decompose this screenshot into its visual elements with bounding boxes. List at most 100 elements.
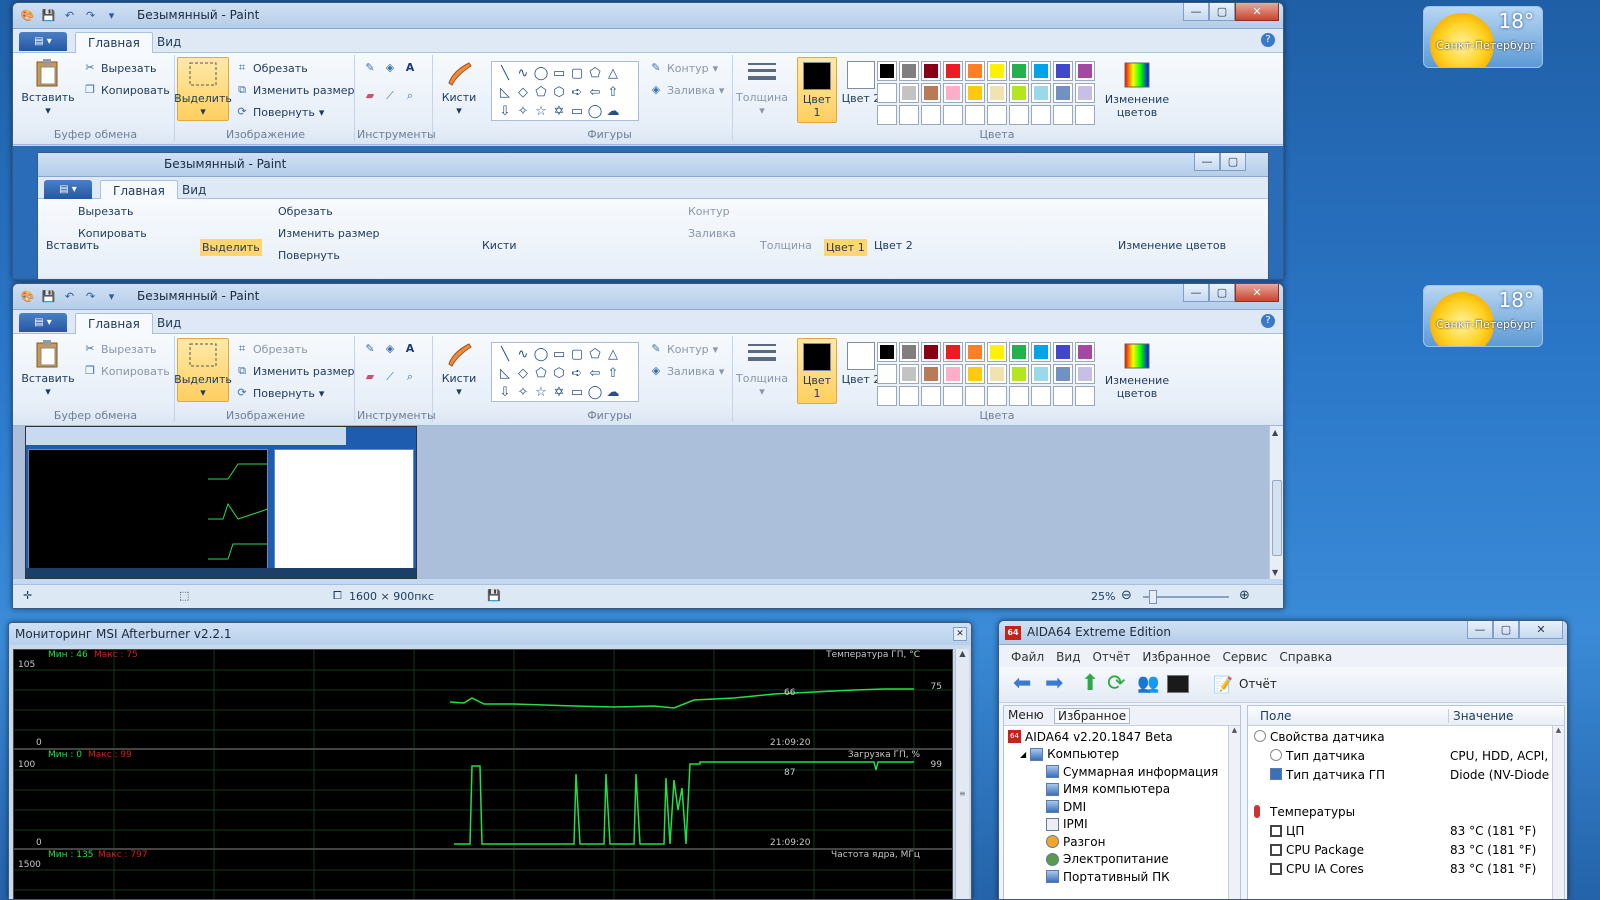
- swatch[interactable]: [1031, 386, 1051, 406]
- fill-icon[interactable]: ◈: [383, 61, 397, 75]
- swatch[interactable]: [943, 83, 963, 103]
- swatch[interactable]: [899, 61, 919, 81]
- text-icon[interactable]: A: [403, 61, 417, 75]
- color2-button[interactable]: Цвет 2: [841, 338, 881, 404]
- tree-item[interactable]: Суммарная информация: [1008, 763, 1218, 781]
- up-icon[interactable]: ⬆: [1081, 671, 1099, 696]
- table-row[interactable]: Тип датчика CPU, HDD, ACPI,: [1248, 747, 1552, 766]
- file-menu-button[interactable]: ▤ ▾: [19, 313, 67, 332]
- maximize-button[interactable]: ▢: [1493, 621, 1519, 639]
- close-button[interactable]: ✕: [953, 627, 967, 641]
- tree-item[interactable]: IPMI: [1008, 816, 1218, 834]
- table-row[interactable]: Температуры: [1248, 803, 1552, 822]
- magnifier-icon[interactable]: ⌕: [403, 89, 417, 103]
- menu-file[interactable]: Файл: [1011, 650, 1044, 664]
- help-icon[interactable]: ?: [1261, 314, 1275, 328]
- maximize-button[interactable]: ▢: [1209, 284, 1235, 302]
- forward-icon[interactable]: ➡: [1045, 671, 1063, 696]
- eraser-icon[interactable]: ▰: [363, 89, 377, 103]
- swatch[interactable]: [943, 386, 963, 406]
- magnifier-icon[interactable]: ⌕: [403, 370, 417, 384]
- menu-service[interactable]: Сервис: [1223, 650, 1268, 664]
- swatch[interactable]: [877, 364, 897, 384]
- fill-shape-button[interactable]: ◈ Заливка ▾: [649, 364, 725, 378]
- swatch[interactable]: [921, 61, 941, 81]
- redo-icon[interactable]: ↷: [82, 7, 99, 23]
- swatch[interactable]: [987, 105, 1007, 125]
- fill-shape-button[interactable]: ◈ Заливка ▾: [649, 83, 725, 97]
- report-button[interactable]: Отчёт: [1239, 677, 1277, 691]
- swatch[interactable]: [1031, 105, 1051, 125]
- report-icon[interactable]: 📝: [1213, 675, 1233, 694]
- select-button[interactable]: Выделить ▾: [174, 57, 232, 121]
- swatch[interactable]: [965, 364, 985, 384]
- minimize-button[interactable]: —: [1183, 284, 1209, 302]
- file-menu-button[interactable]: ▤ ▾: [19, 32, 67, 51]
- swatch[interactable]: [943, 61, 963, 81]
- cut-button[interactable]: ✂ Вырезать: [83, 342, 156, 356]
- brushes-button[interactable]: Кисти ▾: [439, 338, 479, 398]
- brushes-button[interactable]: Кисти ▾: [439, 57, 479, 117]
- table-row[interactable]: ЦП 83 °C (181 °F): [1248, 822, 1552, 841]
- color-picker-icon[interactable]: ⟋: [383, 89, 397, 103]
- swatch[interactable]: [987, 61, 1007, 81]
- left-scrollbar[interactable]: ▲: [1228, 726, 1240, 899]
- customize-qat-icon[interactable]: ▾: [103, 288, 120, 304]
- close-button[interactable]: ✕: [1519, 621, 1563, 639]
- tree-item[interactable]: Разгон: [1008, 833, 1218, 851]
- cut-button[interactable]: ✂ Вырезать: [83, 61, 156, 75]
- zoom-slider[interactable]: [1143, 590, 1229, 604]
- swatch[interactable]: [987, 342, 1007, 362]
- rotate-button[interactable]: ⟳ Повернуть ▾: [235, 105, 324, 119]
- swatch[interactable]: [987, 83, 1007, 103]
- swatch[interactable]: [899, 386, 919, 406]
- users-icon[interactable]: 👥: [1137, 673, 1159, 694]
- swatch[interactable]: [965, 105, 985, 125]
- swatch[interactable]: [877, 83, 897, 103]
- tab-favorites[interactable]: Избранное: [1054, 708, 1131, 724]
- canvas-image[interactable]: [25, 426, 417, 579]
- swatch[interactable]: [1031, 83, 1051, 103]
- tree-item[interactable]: Портативный ПК: [1008, 868, 1218, 886]
- swatch[interactable]: [965, 83, 985, 103]
- tab-home[interactable]: Главная: [75, 32, 153, 53]
- swatch[interactable]: [877, 342, 897, 362]
- tree-item[interactable]: Имя компьютера: [1008, 781, 1218, 799]
- swatch[interactable]: [899, 364, 919, 384]
- paste-button[interactable]: Вставить ▾: [21, 57, 75, 117]
- column-value[interactable]: Значение: [1448, 709, 1513, 723]
- minimize-button[interactable]: —: [1183, 3, 1209, 21]
- redo-icon[interactable]: ↷: [82, 288, 99, 304]
- swatch[interactable]: [1053, 386, 1073, 406]
- paste-button[interactable]: Вставить ▾: [21, 338, 75, 398]
- swatch[interactable]: [1053, 105, 1073, 125]
- swatch[interactable]: [943, 105, 963, 125]
- color1-button[interactable]: Цвет 1: [797, 57, 837, 123]
- tree-item[interactable]: DMI: [1008, 798, 1218, 816]
- swatch[interactable]: [921, 83, 941, 103]
- swatch[interactable]: [1053, 342, 1073, 362]
- swatch[interactable]: [1009, 386, 1029, 406]
- close-button[interactable]: ✕: [1235, 3, 1279, 21]
- swatch[interactable]: [1009, 83, 1029, 103]
- swatch[interactable]: [921, 364, 941, 384]
- text-icon[interactable]: A: [403, 342, 417, 356]
- swatch[interactable]: [1009, 105, 1029, 125]
- weather-gadget[interactable]: 18° Санкт-Петербург: [1423, 285, 1543, 347]
- vertical-scrollbar[interactable]: ▲ ▼: [1269, 426, 1283, 579]
- swatch[interactable]: [921, 386, 941, 406]
- swatch[interactable]: [899, 83, 919, 103]
- swatch[interactable]: [1053, 61, 1073, 81]
- eraser-icon[interactable]: ▰: [363, 370, 377, 384]
- swatch[interactable]: [987, 364, 1007, 384]
- swatch[interactable]: [987, 386, 1007, 406]
- table-row[interactable]: Тип датчика ГП Diode (NV-Diode: [1248, 766, 1552, 785]
- swatch[interactable]: [1053, 364, 1073, 384]
- color-picker-icon[interactable]: ⟋: [383, 370, 397, 384]
- close-button[interactable]: ✕: [1235, 284, 1279, 302]
- crop-button[interactable]: ⌗ Обрезать: [235, 342, 308, 356]
- thickness-button[interactable]: Толщина ▾: [736, 338, 788, 398]
- shapes-gallery[interactable]: ╲ ∿ ◯ ▭ ▢ ⬠ △ ◺ ◇ ⬠ ⬡ ➪ ⇦ ⇧ ⇩ ✧ ☆ ✡ ▭ ◯ ☁: [491, 61, 639, 121]
- minimize-button[interactable]: —: [1467, 621, 1493, 639]
- refresh-icon[interactable]: ⟳: [1107, 671, 1125, 696]
